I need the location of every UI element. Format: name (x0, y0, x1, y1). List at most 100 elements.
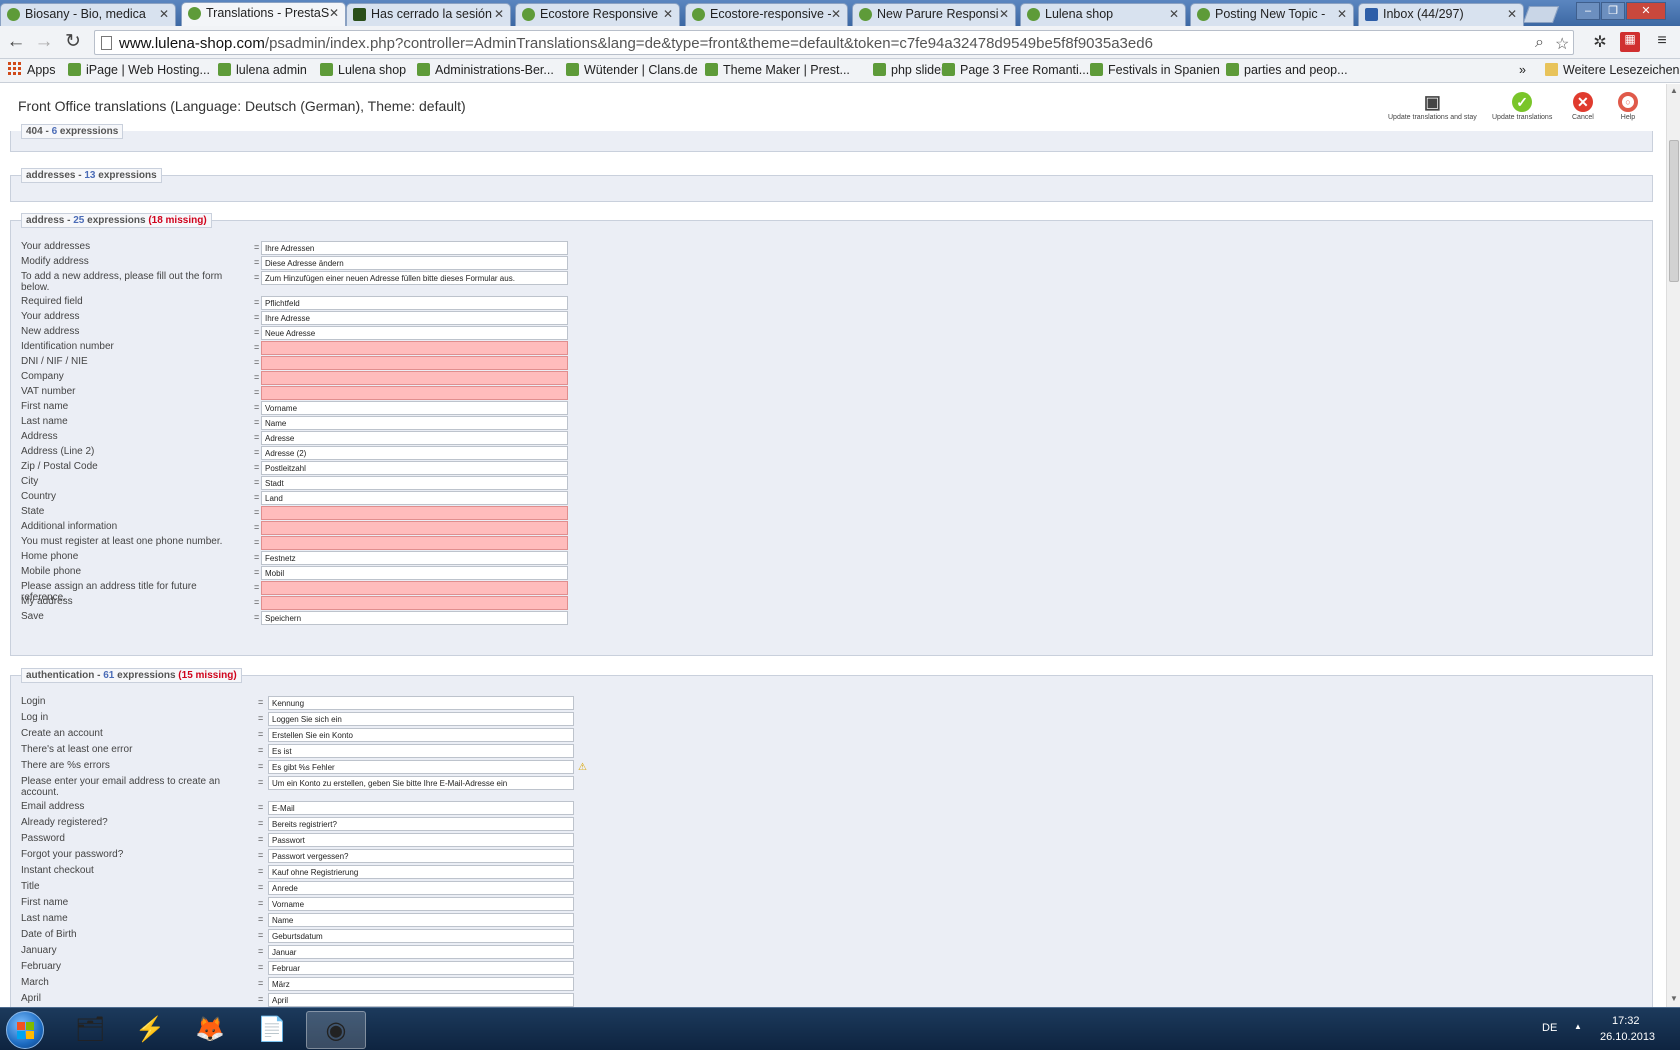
new-tab-button[interactable] (1522, 6, 1560, 23)
bookmark-item[interactable]: Festivals in Spanien (1090, 62, 1220, 78)
close-tab-icon[interactable]: ✕ (329, 3, 339, 24)
translation-input[interactable] (268, 833, 574, 847)
translation-input[interactable] (268, 760, 574, 774)
section-legend[interactable]: 404 - 6 expressions (21, 124, 124, 139)
translation-input[interactable] (268, 945, 574, 959)
translation-input[interactable] (268, 776, 574, 790)
translation-input[interactable] (261, 476, 568, 490)
translation-input[interactable] (268, 696, 574, 710)
translation-input[interactable] (268, 801, 574, 815)
translation-input[interactable] (268, 929, 574, 943)
translation-input[interactable] (261, 491, 568, 505)
missing-translation-input[interactable] (261, 386, 568, 400)
bookmark-item[interactable]: lulena admin (218, 62, 307, 78)
translation-input[interactable] (268, 897, 574, 911)
translation-input[interactable] (268, 817, 574, 831)
bookmark-item[interactable]: Page 3 Free Romanti... (942, 62, 1089, 78)
star-icon[interactable]: ☆ (1555, 34, 1569, 54)
translation-input[interactable] (268, 849, 574, 863)
missing-translation-input[interactable] (261, 356, 568, 370)
language-indicator[interactable]: DE (1542, 1022, 1557, 1034)
explorer-icon[interactable]: 🗂 (62, 1011, 118, 1049)
scrollbar-thumb[interactable] (1669, 140, 1679, 282)
bookmark-item[interactable]: iPage | Web Hosting... (68, 62, 210, 78)
missing-translation-input[interactable] (261, 581, 568, 595)
close-window-button[interactable]: ✕ (1626, 2, 1666, 20)
scroll-down-icon[interactable]: ▼ (1670, 994, 1678, 1003)
menu-icon[interactable]: ≡ (1652, 32, 1672, 52)
translation-input[interactable] (261, 296, 568, 310)
translation-input[interactable] (268, 977, 574, 991)
bookmark-item[interactable]: Lulena shop (320, 62, 406, 78)
filezilla-icon[interactable]: ⚡ (122, 1011, 178, 1049)
bookmark-item[interactable]: Administrations-Ber... (417, 62, 554, 78)
section-legend[interactable]: address - 25 expressions (18 missing) (21, 213, 212, 228)
translation-input[interactable] (261, 611, 568, 625)
scroll-up-icon[interactable]: ▲ (1670, 86, 1678, 95)
translation-input[interactable] (261, 431, 568, 445)
translation-input[interactable] (261, 446, 568, 460)
translation-input[interactable] (261, 551, 568, 565)
forward-icon[interactable]: → (33, 32, 55, 54)
firefox-icon[interactable]: 🦊 (182, 1011, 238, 1049)
translation-input[interactable] (261, 326, 568, 340)
address-bar[interactable]: www.lulena-shop.com/psadmin/index.php?co… (94, 30, 1574, 55)
bookmark-item[interactable]: parties and peop... (1226, 62, 1348, 78)
browser-tab[interactable]: Biosany - Bio, medica ✕ (0, 3, 176, 26)
clock-time[interactable]: 17:32 (1612, 1015, 1640, 1027)
translation-input[interactable] (261, 271, 568, 285)
browser-tab[interactable]: Ecostore Responsive ✕ (515, 3, 680, 26)
reload-icon[interactable]: ↻ (62, 32, 84, 54)
browser-tab[interactable]: Inbox (44/297) ✕ (1358, 3, 1524, 26)
missing-translation-input[interactable] (261, 596, 568, 610)
cancel-button[interactable]: ✕ Cancel (1572, 92, 1594, 121)
close-tab-icon[interactable]: ✕ (159, 4, 169, 25)
close-tab-icon[interactable]: ✕ (494, 4, 504, 25)
close-tab-icon[interactable]: ✕ (1507, 4, 1517, 25)
bookmarks-more[interactable]: » (1519, 62, 1526, 78)
minimize-button[interactable]: – (1576, 2, 1600, 20)
translation-input[interactable] (268, 744, 574, 758)
notepad-icon[interactable]: 📄 (244, 1011, 300, 1049)
browser-tab[interactable]: Ecostore-responsive - ✕ (685, 3, 848, 26)
maximize-button[interactable]: ❐ (1601, 2, 1625, 20)
bookmark-item[interactable]: Theme Maker | Prest... (705, 62, 850, 78)
browser-tab[interactable]: Has cerrado la sesión ✕ (346, 3, 511, 26)
help-button[interactable]: ○ Help (1618, 92, 1638, 121)
close-tab-icon[interactable]: ✕ (663, 4, 673, 25)
translation-input[interactable] (261, 401, 568, 415)
translation-input[interactable] (268, 993, 574, 1007)
translation-input[interactable] (261, 311, 568, 325)
translation-input[interactable] (261, 566, 568, 580)
other-bookmarks[interactable]: Weitere Lesezeichen (1545, 62, 1680, 78)
translation-input[interactable] (261, 461, 568, 475)
translation-input[interactable] (268, 961, 574, 975)
clock-date[interactable]: 26.10.2013 (1600, 1031, 1655, 1043)
search-icon[interactable]: ⌕ (1535, 34, 1544, 52)
missing-translation-input[interactable] (261, 521, 568, 535)
browser-tab[interactable]: Translations - PrestaS ✕ (181, 2, 346, 26)
translation-input[interactable] (261, 256, 568, 270)
close-tab-icon[interactable]: ✕ (831, 4, 841, 25)
close-tab-icon[interactable]: ✕ (1169, 4, 1179, 25)
browser-tab[interactable]: New Parure Responsi ✕ (852, 3, 1016, 26)
extension-icon[interactable]: ✲ (1590, 32, 1610, 52)
browser-tab[interactable]: Posting New Topic - ✕ (1190, 3, 1354, 26)
apps-launcher[interactable]: Apps (8, 62, 56, 78)
translation-input[interactable] (268, 913, 574, 927)
browser-tab[interactable]: Lulena shop ✕ (1020, 3, 1186, 26)
tray-expand-icon[interactable]: ▲ (1574, 1022, 1582, 1031)
back-icon[interactable]: ← (5, 32, 27, 54)
translation-input[interactable] (268, 881, 574, 895)
close-tab-icon[interactable]: ✕ (999, 4, 1009, 25)
translation-input[interactable] (268, 865, 574, 879)
bookmark-item[interactable]: Wütender | Clans.de (566, 62, 698, 78)
start-button[interactable] (6, 1011, 44, 1049)
missing-translation-input[interactable] (261, 371, 568, 385)
update-stay-button[interactable]: ▣ Update translations and stay (1388, 92, 1477, 121)
page-scrollbar[interactable]: ▲ ▼ (1666, 84, 1680, 1007)
missing-translation-input[interactable] (261, 506, 568, 520)
translation-input[interactable] (268, 712, 574, 726)
section-legend[interactable]: authentication - 61 expressions (15 miss… (21, 668, 242, 683)
extension-flag-icon[interactable]: ▦ (1620, 32, 1640, 52)
